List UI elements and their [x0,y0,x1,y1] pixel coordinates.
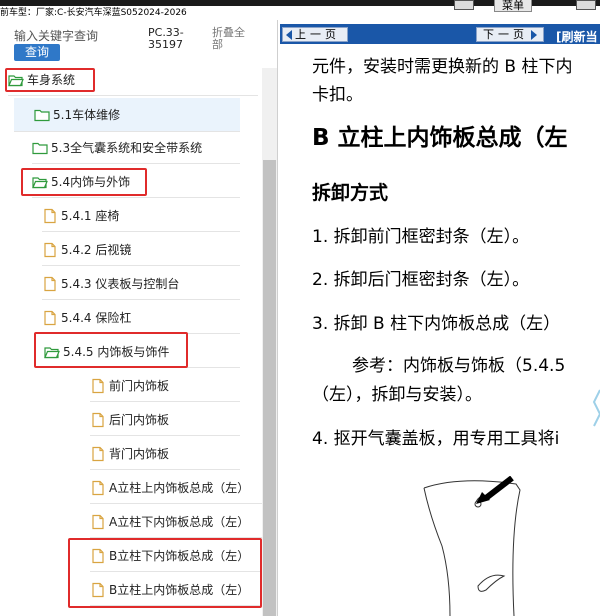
doc-text-line: 卡扣。 [312,85,363,105]
toolbar-icon[interactable] [454,0,474,10]
prev-page-button[interactable]: 上一页 [282,27,348,42]
scrollbar-thumb[interactable] [263,160,276,616]
tree-node-label: 5.4.4 保险杠 [61,311,132,325]
section-title: B 立柱上内饰板总成（左 [312,125,568,151]
refresh-link[interactable]: [刷新当 [556,28,598,45]
tree-node-5-4-1[interactable]: 5.4.1 座椅 [42,200,240,232]
tree-node-label: 5.1车体维修 [53,108,121,122]
tree-node-a-pillar-upper[interactable]: A立柱上内饰板总成（左） [90,472,262,504]
tree-node-back-door-trim[interactable]: 背门内饰板 [90,438,240,470]
vehicle-model-line: 前车型：厂家:C-长安汽车深蓝S052024-2026 [0,7,278,20]
highlight-box [5,68,95,92]
doc-step: 1. 拆卸前门框密封条（左）。 [312,227,530,247]
tree-node-front-door-trim[interactable]: 前门内饰板 [90,370,240,402]
document-icon [44,208,56,223]
document-icon [44,276,56,291]
doc-step: 3. 拆卸 B 柱下内饰板总成（左） [312,314,561,334]
document-panel: 上一页 下一页 [刷新当 元件，安装时需更换新的 B 柱下内 卡扣。 B 立柱上… [280,20,600,616]
collapse-all-button[interactable]: 折叠全部 [212,27,252,51]
tree-node-5-4-3[interactable]: 5.4.3 仪表板与控制台 [42,268,240,300]
tree-node-label: 前门内饰板 [109,379,170,393]
page-nav-bar: 上一页 下一页 [刷新当 [280,24,600,44]
tree-node-label: 5.4.1 座椅 [61,209,120,223]
arrow-left-icon [286,29,292,40]
tree-node-5-3[interactable]: 5.3全气囊系统和安全带系统 [32,132,240,164]
tree-node-label: A立柱下内饰板总成（左） [109,515,250,529]
document-icon [92,480,104,495]
tree-node-label: 5.4.3 仪表板与控制台 [61,277,180,291]
tree-node-5-4-4[interactable]: 5.4.4 保险杠 [42,302,240,334]
arrow-right-icon [531,29,537,40]
doc-reference: 参考：内饰板与饰板（5.4.5 [352,356,566,376]
pc-code-label: PC.33-35197 [148,26,184,51]
document-icon [92,378,104,393]
tree-node-label: 5.4.2 后视镜 [61,243,132,257]
folder-icon [34,109,50,121]
tree-node-5-1[interactable]: 5.1车体维修 [14,98,240,132]
tree-node-a-pillar-lower[interactable]: A立柱下内饰板总成（左） [90,506,262,538]
query-button[interactable]: 查询 [14,44,60,61]
tree-node-label: 5.3全气囊系统和安全带系统 [51,141,203,155]
trim-panel-diagram [423,476,521,616]
toolbar-icon[interactable] [576,0,596,10]
document-icon [92,514,104,529]
document-icon [44,242,56,257]
section-subtitle: 拆卸方式 [312,182,389,204]
watermark-graphic [592,389,600,427]
tree-node-label: 背门内饰板 [109,447,170,461]
tree-node-label: 后门内饰板 [109,413,170,427]
folder-icon [32,142,48,154]
doc-reference: （左），拆卸与安装）。 [312,385,482,405]
document-icon [44,310,56,325]
menu-button[interactable]: 菜单 [494,0,532,12]
left-navigation-panel: 输入关键字查询 查询 PC.33-35197 折叠全部 车身系统 5.1车体维修… [0,20,278,616]
document-icon [92,412,104,427]
doc-step: 4. 抠开气囊盖板，用专用工具将i [312,429,560,449]
prev-page-label: 上一页 [295,28,340,41]
highlight-box [68,538,262,608]
document-icon [92,446,104,461]
highlight-box [21,168,147,196]
tree-node-label: A立柱上内饰板总成（左） [109,481,250,495]
next-page-label: 下一页 [483,28,528,41]
doc-text-line: 元件，安装时需更换新的 B 柱下内 [312,57,573,77]
next-page-button[interactable]: 下一页 [476,27,544,42]
search-input[interactable]: 输入关键字查询 [14,27,98,44]
tree-node-5-4-2[interactable]: 5.4.2 后视镜 [42,234,240,266]
highlight-box [34,332,188,368]
tree-node-rear-door-trim[interactable]: 后门内饰板 [90,404,240,436]
doc-step: 2. 拆卸后门框密封条（左）。 [312,270,530,290]
